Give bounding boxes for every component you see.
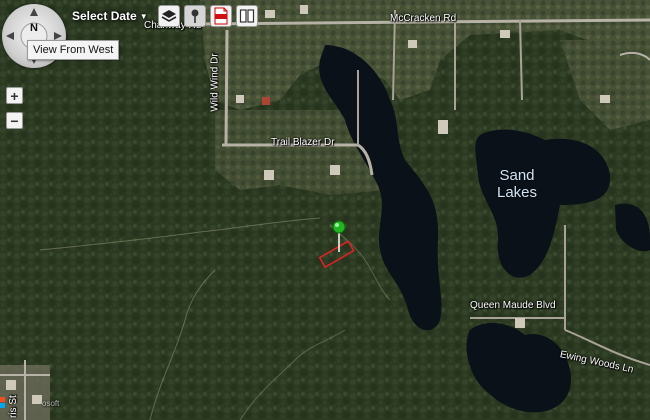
compass-tooltip: View From West bbox=[27, 40, 120, 60]
compass-north-label: N bbox=[30, 22, 38, 34]
zoom-out-button[interactable]: − bbox=[6, 112, 23, 129]
road-wild-wind bbox=[224, 29, 229, 146]
road-label-queen-maude: Queen Maude Blvd bbox=[470, 300, 556, 311]
aerial-map[interactable]: Chanway Rd McCracken Rd Wild Wind Dr Tra… bbox=[0, 0, 650, 420]
map-toolbar: Select Date ▼ bbox=[70, 4, 258, 28]
pin-button[interactable] bbox=[183, 5, 206, 27]
aerial-imagery bbox=[0, 0, 650, 420]
chevron-down-icon: ▼ bbox=[139, 11, 148, 21]
road-label-partial: ris St bbox=[8, 395, 19, 418]
microsoft-logo-icon bbox=[0, 397, 5, 408]
layers-button[interactable] bbox=[157, 5, 180, 27]
road-label-trail-blazer: Trail Blazer Dr bbox=[271, 137, 335, 148]
road-label-wild-wind: Wild Wind Dr bbox=[209, 53, 221, 112]
split-view-button[interactable] bbox=[235, 5, 258, 27]
split-view-icon bbox=[239, 9, 254, 23]
pin-marker-icon bbox=[191, 9, 199, 23]
zoom-in-button[interactable]: + bbox=[6, 87, 23, 104]
watermark-text: osoft bbox=[42, 399, 60, 408]
building-red-roof bbox=[262, 97, 270, 105]
road-label-mccracken: McCracken Rd bbox=[390, 13, 457, 24]
lake-label-line1: Sand bbox=[499, 167, 535, 184]
layers-icon bbox=[161, 10, 177, 22]
location-marker[interactable] bbox=[332, 220, 346, 234]
pdf-export-button[interactable] bbox=[209, 5, 232, 27]
lake-label-sand-lakes: Sand Lakes bbox=[497, 167, 537, 201]
select-date-dropdown[interactable]: Select Date ▼ bbox=[70, 9, 150, 23]
select-date-label: Select Date bbox=[72, 9, 137, 23]
marker-highlight bbox=[335, 223, 339, 227]
lake-label-line2: Lakes bbox=[497, 184, 538, 201]
pdf-icon bbox=[214, 7, 228, 25]
